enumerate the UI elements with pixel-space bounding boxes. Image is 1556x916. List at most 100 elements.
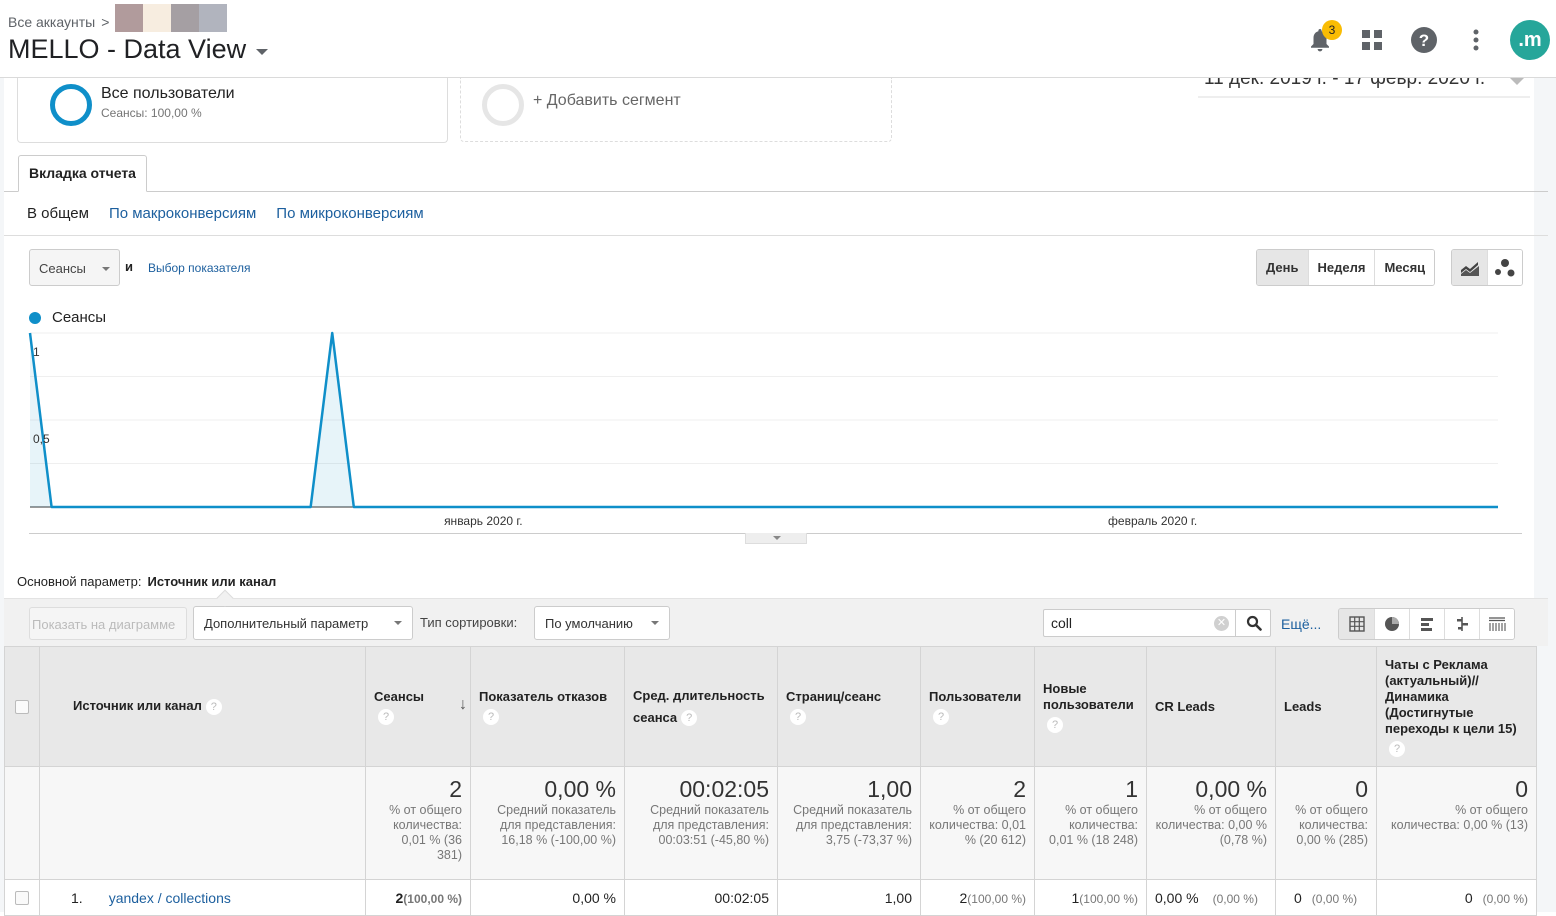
help-icon[interactable]: ? [681,710,698,727]
apps-button[interactable] [1346,18,1398,62]
help-icon[interactable]: ? [1047,716,1063,733]
breadcrumb-all-accounts[interactable]: Все аккаунты [8,14,95,30]
total-sessions: 2% от общего количества: 0,01 % (36 381) [365,766,471,880]
plot-rows-button[interactable]: Показать на диаграмме [29,607,187,640]
apps-grid-icon [1362,30,1382,50]
table-view-button[interactable] [1339,609,1374,639]
sessions-area-chart: 1 0,5 январь 2020 г. февраль 2020 г. [28,331,1498,528]
sort-desc-arrow-icon[interactable]: ↓ [459,697,467,713]
table-header-row: Источник или канал? Сеансы? ↓ Показатель … [4,646,1537,767]
notification-badge: 3 [1322,20,1342,40]
redacted-account-name [115,4,228,32]
segment-all-users[interactable]: Все пользователи Сеансы: 100,00 % [17,78,448,143]
scrollbar-track[interactable] [1534,78,1556,912]
period-day-button[interactable]: День [1257,250,1308,285]
subtab-macro-conversions[interactable]: По макроконверсиям [109,205,256,222]
advanced-filter-link[interactable]: Ещё... [1281,616,1321,632]
help-icon[interactable]: ? [790,708,806,725]
breadcrumb-separator: > [101,14,110,30]
help-icon[interactable]: ? [205,698,222,715]
legend-dot [29,311,41,324]
row-bounce-rate: 0,00 % [470,879,625,916]
subtab-micro-conversions[interactable]: По микроконверсиям [276,205,423,222]
table-search[interactable]: coll ✕ [1043,609,1271,637]
chevron-down-icon [394,621,402,625]
help-button[interactable]: ? [1398,18,1450,62]
metric-dropdown[interactable]: Сеансы [29,249,120,286]
sort-type-value: По умолчанию [545,616,633,631]
legend-label: Сеансы [52,309,107,326]
column-header-leads[interactable]: Leads [1275,646,1377,767]
motion-chart-button[interactable] [1487,250,1522,285]
primary-dimension: Основной параметр: Источник или канал [17,574,276,589]
total-users: 2% от общего количества: 0,01 % (20 612) [920,766,1035,880]
add-segment-button[interactable]: + Добавить сегмент [460,78,892,142]
performance-view-button[interactable] [1409,609,1444,639]
search-icon [1246,615,1262,631]
column-header-sessions[interactable]: Сеансы? ↓ [365,646,471,767]
sort-type-dropdown[interactable]: По умолчанию [534,606,670,640]
select-metric-link[interactable]: Выбор показателя [148,261,250,275]
pivot-view-button[interactable] [1479,609,1514,639]
primary-dimension-label: Основной параметр: [17,574,142,589]
notifications-button[interactable]: 3 [1294,18,1346,62]
column-header-avg-session-duration[interactable]: Сред. длительность сеанса? [624,646,778,767]
column-header-users[interactable]: Пользователи? [920,646,1035,767]
redacted-block [171,4,200,32]
redacted-block [115,4,144,32]
tab-report[interactable]: Вкладка отчета [18,155,147,192]
table-view-icon [1348,616,1365,632]
total-cr-leads: 0,00 %% от общего количества: 0,00 % (0,… [1146,766,1276,880]
period-month-button[interactable]: Месяц [1374,250,1435,285]
pivot-view-icon [1489,617,1506,631]
column-header-pages-per-session[interactable]: Страниц/сеанс? [777,646,921,767]
row-checkbox[interactable] [15,890,29,905]
account-avatar[interactable]: .m [1510,20,1550,60]
report-tab-bar: Вкладка отчета [4,155,1548,192]
line-chart-icon [1460,261,1479,276]
chart-type-toggle [1451,249,1523,286]
select-all-checkbox[interactable] [15,699,29,714]
row-index: 1. [71,889,83,906]
pie-view-button[interactable] [1374,609,1409,639]
search-input[interactable]: coll [1051,615,1072,631]
column-header-chats-goal-15[interactable]: Чаты с Реклама (актуальный)// Динамика (… [1376,646,1537,767]
sort-type-label: Тип сортировки: [420,615,518,630]
column-header-source[interactable]: Источник или канал? [39,646,366,767]
view-selector[interactable]: MELLO - Data View [8,34,269,65]
column-header-new-users[interactable]: Новые пользователи? [1034,646,1147,767]
view-title: MELLO - Data View [8,34,247,64]
totals-row: 2% от общего количества: 0,01 % (36 381)… [4,766,1537,880]
row-cr-leads: 0,00 % (0,00 %) [1146,879,1276,916]
period-week-button[interactable]: Неделя [1307,250,1375,285]
help-icon[interactable]: ? [1389,740,1405,757]
column-header-cr-leads[interactable]: CR Leads [1146,646,1276,767]
primary-dimension-value[interactable]: Источник или канал [147,574,276,589]
redacted-block [143,4,172,32]
clear-search-icon[interactable]: ✕ [1214,616,1229,631]
redacted-block [199,4,228,32]
line-chart-button[interactable] [1452,250,1487,285]
search-button[interactable] [1235,609,1271,637]
row-sessions: 2(100,00 %) [365,879,471,916]
metric-dropdown-value: Сеансы [39,261,86,276]
row-leads: 0 (0,00 %) [1275,879,1377,916]
help-icon[interactable]: ? [933,708,949,725]
collapse-chart-button[interactable] [745,533,807,544]
total-pages-per-session: 1,00 Средний показатель для представления… [777,766,921,880]
segment-subtitle: Сеансы: 100,00 % [101,106,202,120]
subtab-overview[interactable]: В общем [27,205,89,222]
chevron-down-icon [1510,78,1524,85]
help-icon[interactable]: ? [483,708,499,725]
more-vert-icon [1473,29,1479,51]
table-row: 1. yandex / collections 2(100,00 %) 0,00 … [4,879,1537,916]
secondary-dimension-dropdown[interactable]: Дополнительный параметр [193,606,413,640]
row-source-link[interactable]: yandex / collections [109,890,231,906]
help-icon[interactable]: ? [378,708,394,725]
more-options-button[interactable] [1450,18,1502,62]
comparison-view-button[interactable] [1444,609,1479,639]
column-header-bounce-rate[interactable]: Показатель отказов? [470,646,625,767]
chevron-down-icon [102,267,110,271]
total-bounce-rate: 0,00 % Средний показатель для представлен… [470,766,625,880]
total-avg-session-duration: 00:02:05 Средний показатель для представл… [624,766,778,880]
